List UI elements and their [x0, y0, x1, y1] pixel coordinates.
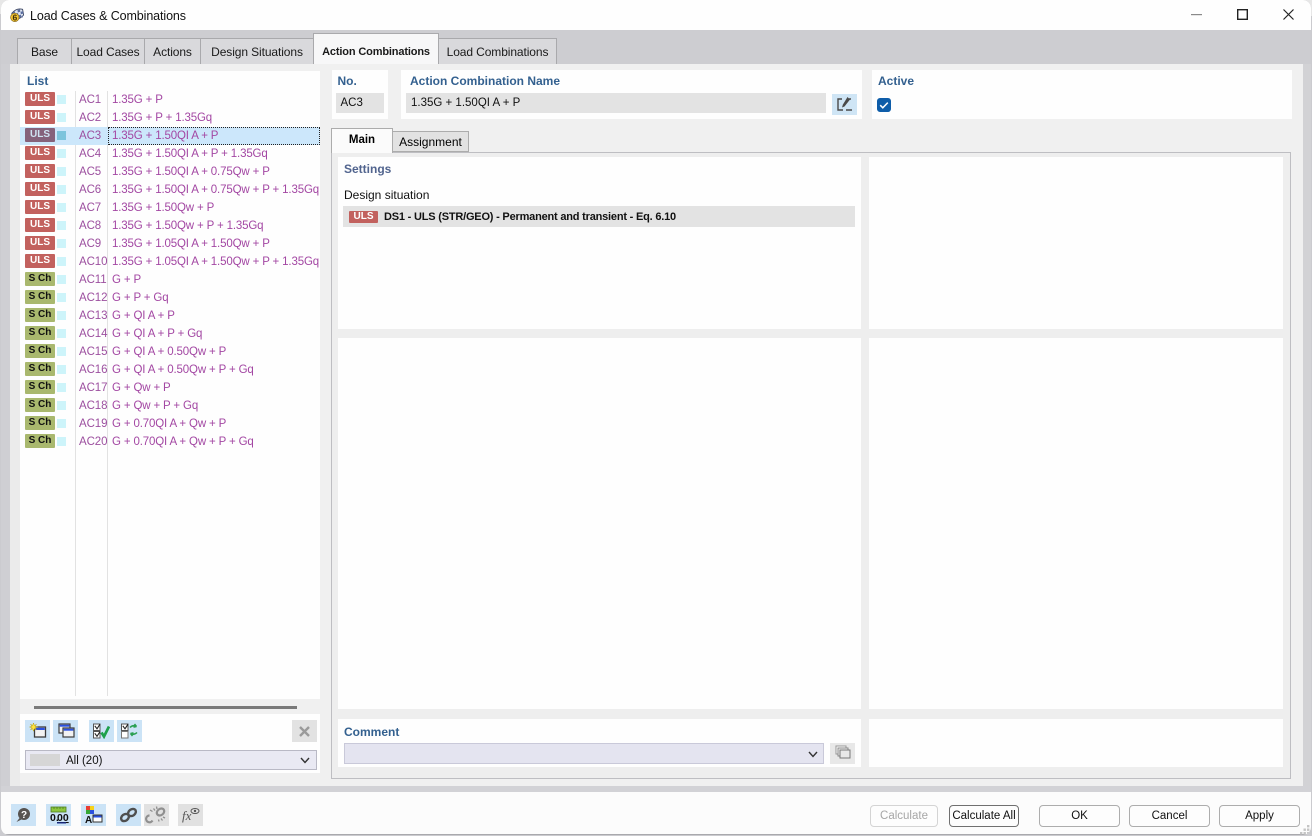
svg-text:6: 6: [13, 13, 18, 23]
svg-text:A: A: [85, 815, 92, 826]
svg-text:?: ?: [21, 810, 27, 821]
svg-text:fx: fx: [182, 808, 192, 823]
